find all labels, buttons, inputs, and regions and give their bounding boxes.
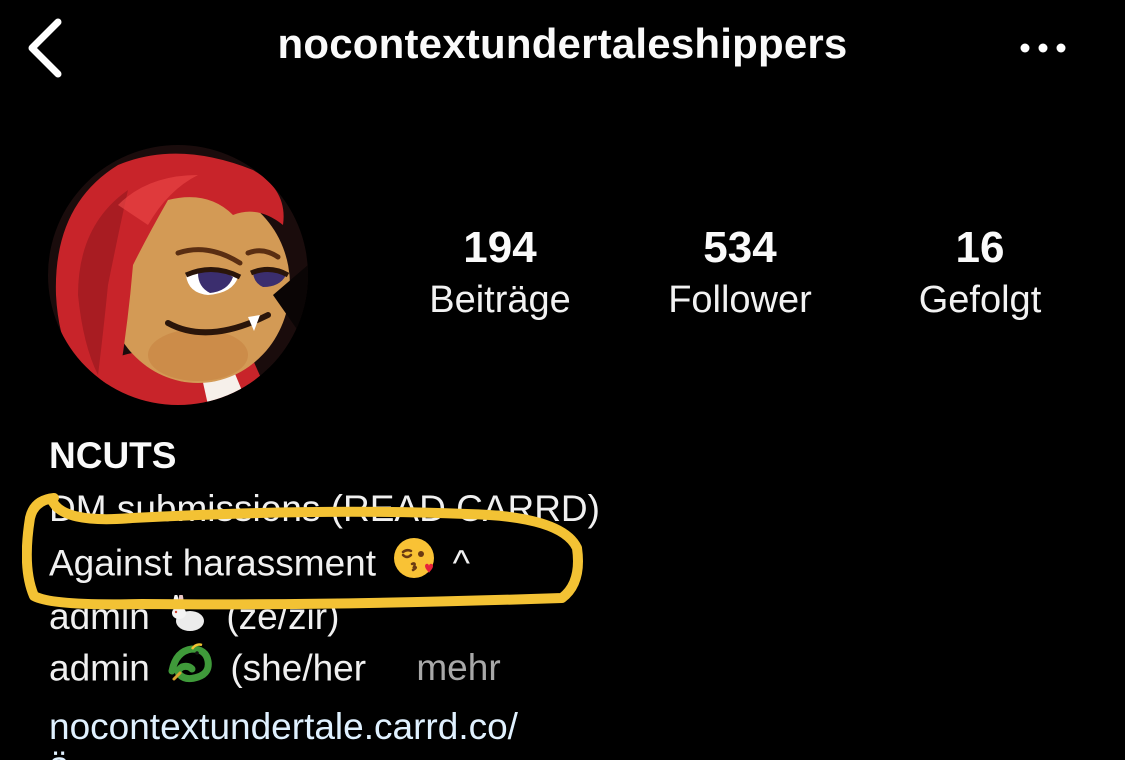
bio-admin-1-prefix: admin [49,595,150,637]
bio-admin-2-prefix: admin [49,647,150,689]
profile-avatar[interactable] [48,145,308,405]
kissing-face-emoji-icon [392,536,436,595]
stat-followers-label: Follower [668,279,812,321]
more-options-button[interactable] [1010,28,1070,68]
dragon-emoji-icon [166,641,214,700]
rabbit-emoji-icon [166,595,210,641]
stat-following-label: Gefolgt [918,279,1042,321]
avatar-illustration [48,145,308,405]
bio-admin-1-pronouns: (ze/zir) [226,595,340,637]
top-bar: nocontextundertaleshippers [0,0,1125,100]
stat-following[interactable]: 16 Gefolgt [870,222,1090,326]
bio-line-harassment-text: Against harassment [49,542,377,584]
bio-next-line-cut: ä [49,746,79,760]
profile-bio: NCUTS DM submissions (READ CARRD) Agains… [49,430,1099,754]
bio-line-harassment-suffix: ^ [452,542,470,584]
stat-posts-count: 194 [463,223,537,272]
stat-followers-count: 534 [703,223,777,272]
bio-line-harassment: Against harassment ^ [49,536,1099,595]
stat-posts[interactable]: 194 Beiträge [390,222,610,326]
bio-admin-2-pronouns: (she/her [230,647,367,689]
bio-line-admin-1: admin (ze/zir) [49,595,1099,641]
display-name: NCUTS [49,435,177,476]
stat-followers[interactable]: 534 Follower [630,222,850,326]
stat-following-count: 16 [955,223,1005,272]
bio-line-admin-2: admin (she/her mehr [49,641,1099,700]
bio-external-link[interactable]: nocontextundertale.carrd.co/ [49,700,1099,754]
bio-more-link[interactable]: mehr [416,647,500,688]
profile-username: nocontextundertaleshippers [277,20,848,67]
bio-line-submissions: DM submissions (READ CARRD) [49,488,600,529]
more-horizontal-icon [1020,43,1066,53]
stat-posts-label: Beiträge [429,279,571,321]
